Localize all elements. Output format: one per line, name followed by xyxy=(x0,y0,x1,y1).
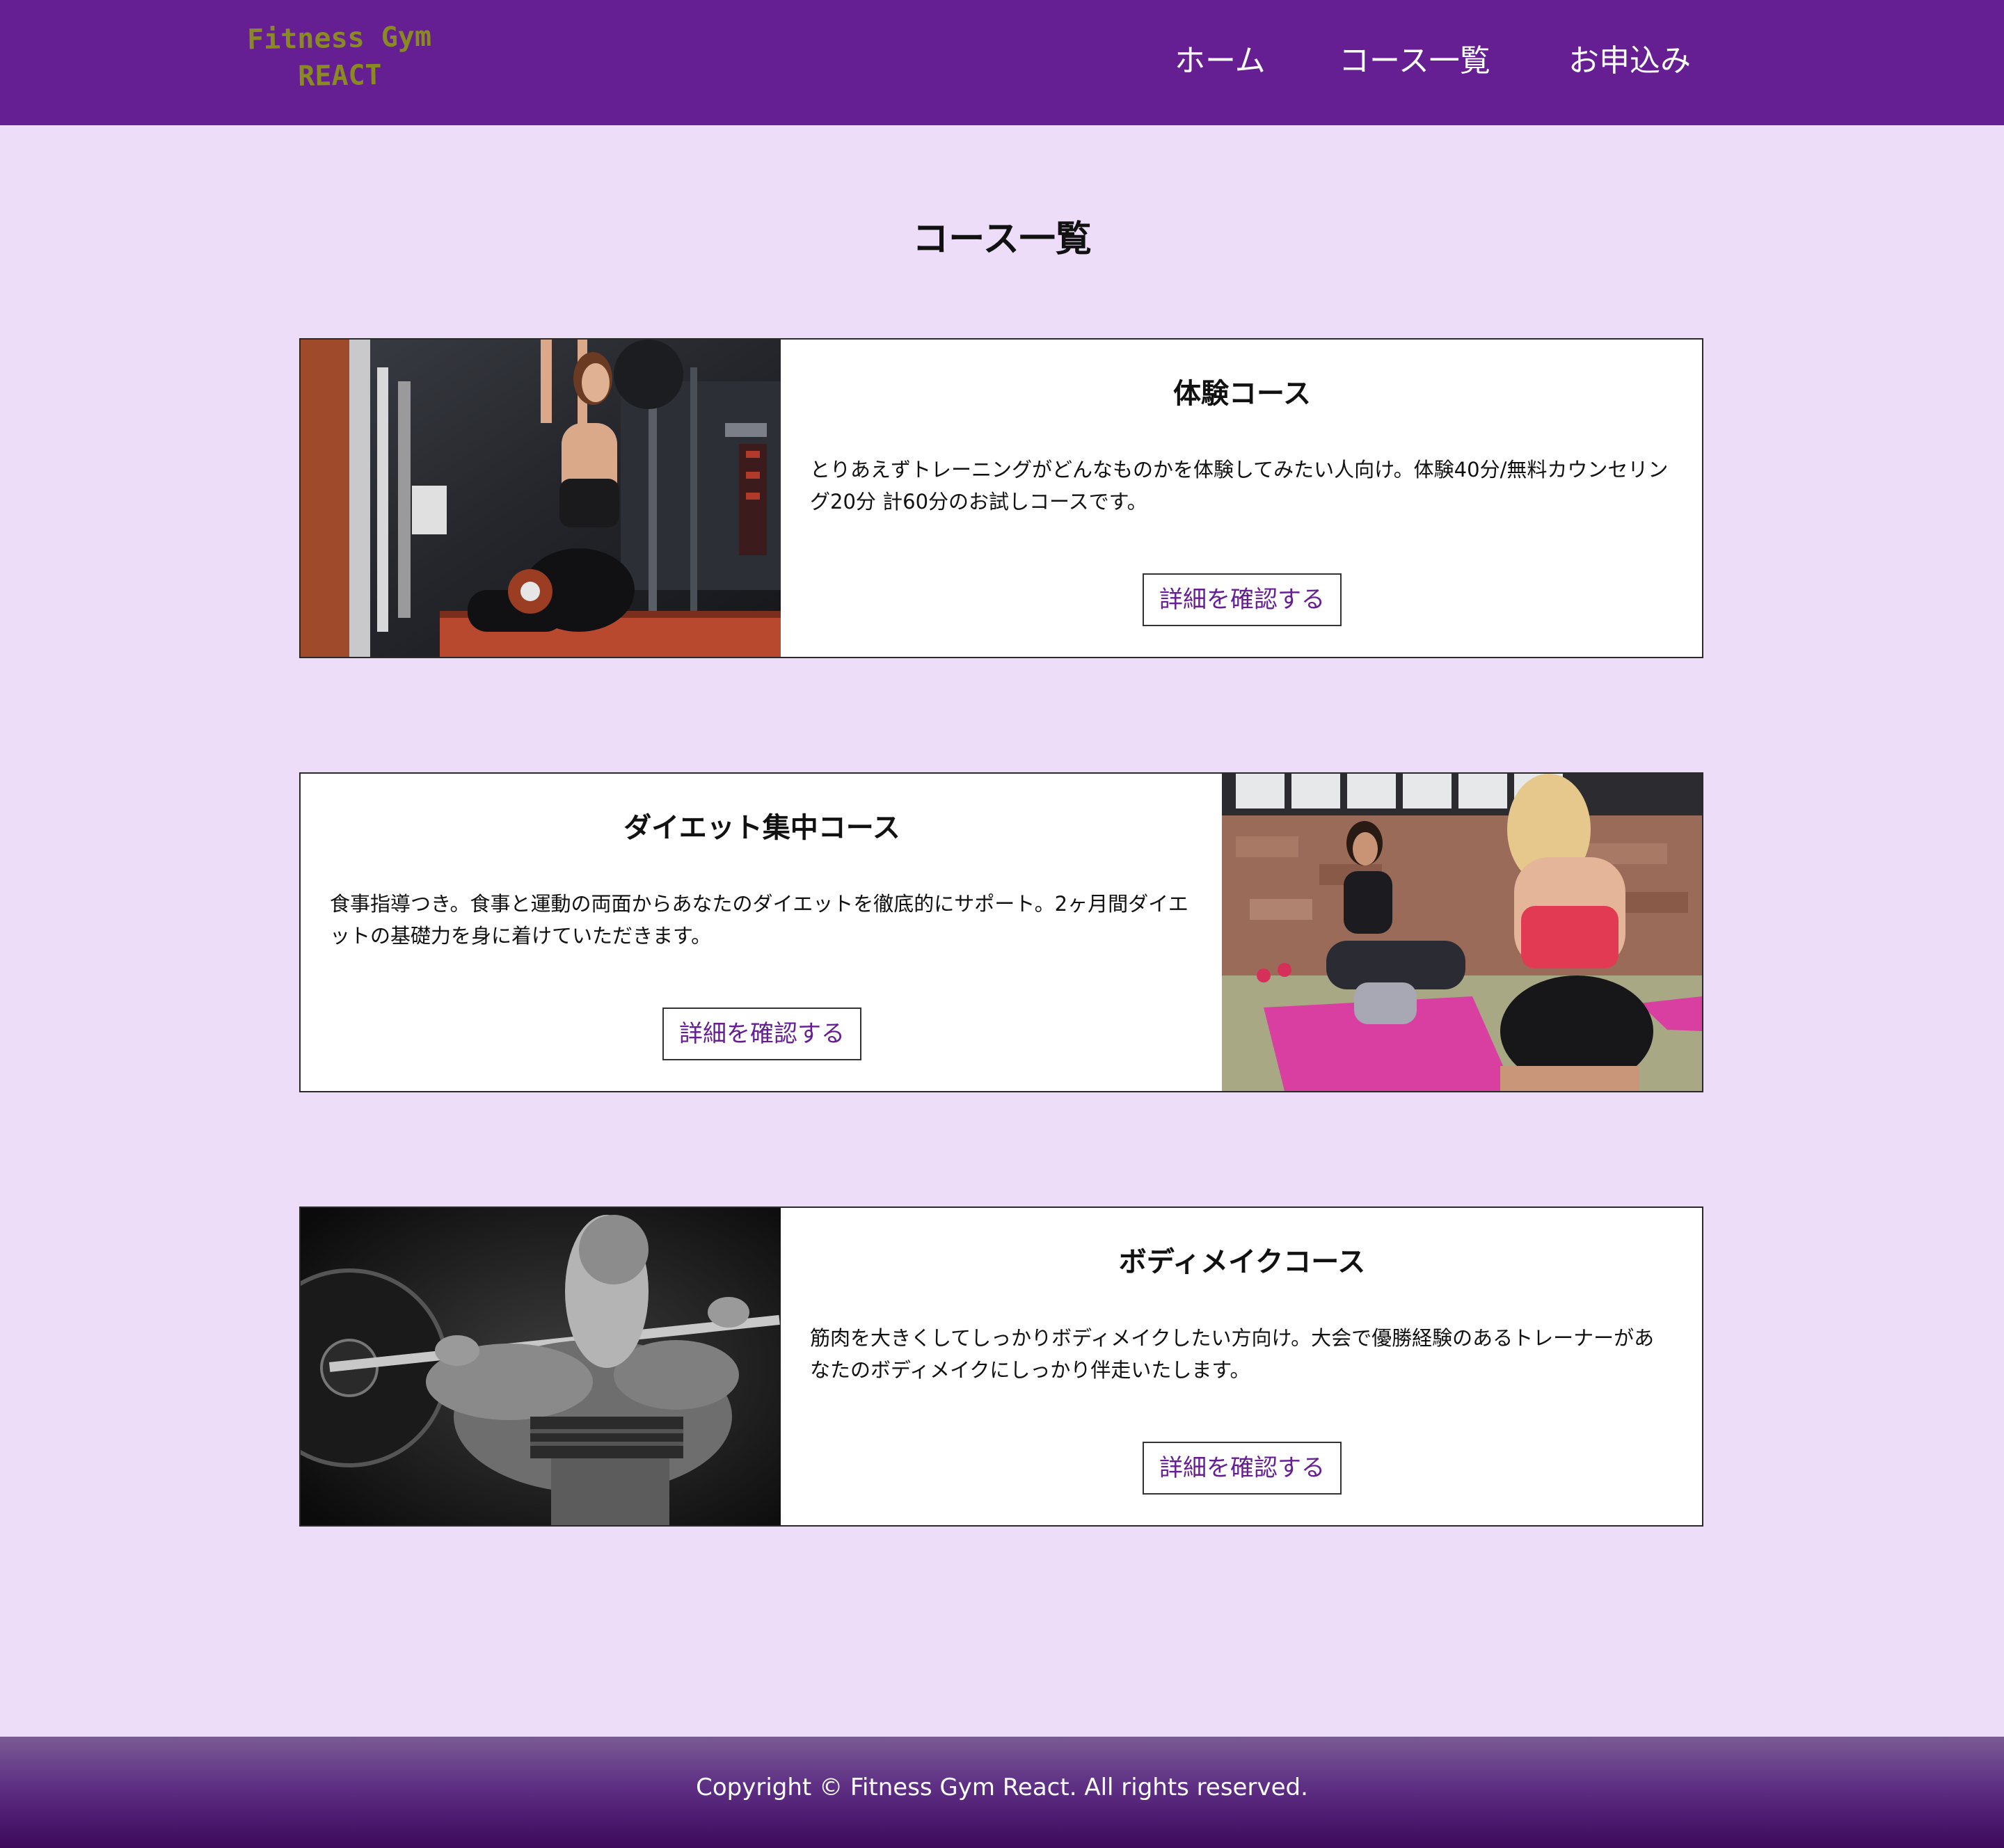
gym-photo-woman-lat-machine xyxy=(301,340,781,657)
course-card-trial: 体験コース とりあえずトレーニングがどんなものかを体験してみたい人向け。体験40… xyxy=(299,338,1703,658)
course-title: 体験コース xyxy=(1173,378,1311,410)
course-image-trial xyxy=(301,340,781,657)
details-button-bodymake[interactable]: 詳細を確認する xyxy=(1143,1442,1342,1495)
course-description: 食事指導つき。食事と運動の両面からあなたのダイエットを徹底的にサポート。2ヶ月間… xyxy=(330,892,1188,948)
course-card-diet: ダイエット集中コース 食事指導つき。食事と運動の両面からあなたのダイエットを徹底… xyxy=(299,772,1703,1092)
course-title: ダイエット集中コース xyxy=(623,812,900,844)
page-title: コース一覧 xyxy=(912,218,1092,260)
main-nav: ホーム コース一覧 お申込み xyxy=(0,0,2004,125)
course-body-diet: ダイエット集中コース 食事指導つき。食事と運動の両面からあなたのダイエットを徹底… xyxy=(301,774,1223,1091)
details-button-diet[interactable]: 詳細を確認する xyxy=(662,1007,861,1060)
copyright-text: Copyright © Fitness Gym React. All right… xyxy=(696,1774,1308,1801)
nav-link-courses[interactable]: コース一覧 xyxy=(1339,39,1490,83)
nav-link-apply[interactable]: お申込み xyxy=(1568,39,1691,83)
course-description: とりあえずトレーニングがどんなものかを体験してみたい人向け。体験40分/無料カウ… xyxy=(810,458,1669,513)
gym-photo-woman-barbell xyxy=(301,1208,781,1525)
course-title: ボディメイクコース xyxy=(1118,1246,1366,1278)
course-body-bodymake: ボディメイクコース 筋肉を大きくしてしっかりボディメイクしたい方向け。大会で優勝… xyxy=(781,1208,1702,1525)
course-image-bodymake xyxy=(301,1208,781,1525)
nav-link-home[interactable]: ホーム xyxy=(1175,39,1266,83)
course-body-trial: 体験コース とりあえずトレーニングがどんなものかを体験してみたい人向け。体験40… xyxy=(781,340,1702,657)
site-footer: Copyright © Fitness Gym React. All right… xyxy=(0,1737,2004,1848)
site-header: Fitness Gym REACT ホーム コース一覧 お申込み xyxy=(0,0,2004,125)
course-image-diet xyxy=(1222,774,1702,1091)
course-description: 筋肉を大きくしてしっかりボディメイクしたい方向け。大会で優勝経験のあるトレーナー… xyxy=(810,1326,1655,1382)
details-button-trial[interactable]: 詳細を確認する xyxy=(1143,573,1342,626)
gym-photo-women-situps xyxy=(1222,774,1702,1091)
course-card-bodymake: ボディメイクコース 筋肉を大きくしてしっかりボディメイクしたい方向け。大会で優勝… xyxy=(299,1206,1703,1527)
